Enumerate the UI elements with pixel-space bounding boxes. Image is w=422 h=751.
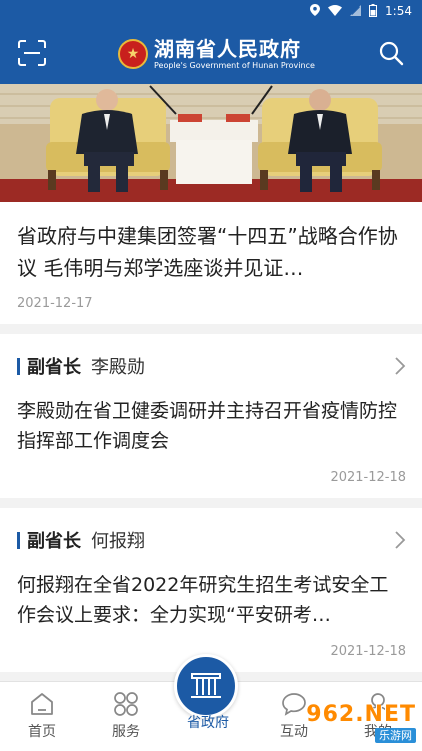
scan-icon <box>18 40 46 66</box>
leader-header[interactable]: 副省长 何报翔 <box>17 528 145 552</box>
leader-header[interactable]: 副省长 李殿勋 <box>17 354 145 378</box>
leader-news-card[interactable]: 副省长 李殿勋 李殿勋在省卫健委调研并主持召开省疫情防控指挥部工作调度会 202… <box>0 334 422 498</box>
leader-name: 何报翔 <box>91 531 145 552</box>
leader-news-card[interactable]: 副省长 何报翔 何报翔在全省2022年研究生招生考试安全工作会议上要求：全力实现… <box>0 508 422 672</box>
status-time: 1:54 <box>385 4 412 18</box>
wifi-icon <box>328 4 343 18</box>
scan-button[interactable] <box>18 40 46 66</box>
search-button[interactable] <box>378 40 404 66</box>
signal-icon <box>350 4 362 18</box>
news-title[interactable]: 何报翔在全省2022年研究生招生考试安全工作会议上要求：全力实现“平安研考… <box>17 570 402 630</box>
featured-news-headline[interactable]: 省政府与中建集团签署“十四五”战略合作协议 毛伟明与郑学选座谈并见证… <box>17 220 407 284</box>
news-date: 2021-12-18 <box>330 470 406 485</box>
home-icon <box>31 693 53 715</box>
brand-logo: ★ 湖南省人民政府 People's Government of Hunan P… <box>118 34 315 74</box>
tab-provincial-government[interactable] <box>174 654 238 718</box>
chevron-right-icon[interactable] <box>394 356 406 376</box>
leader-role: 副省长 <box>27 357 81 378</box>
tab-home-label: 首页 <box>28 724 56 740</box>
accent-bar <box>17 357 20 375</box>
tab-provincial-government-label[interactable]: 省政府 <box>174 712 242 732</box>
featured-news-image <box>0 84 422 202</box>
tab-home[interactable]: 首页 <box>0 682 84 751</box>
battery-icon <box>369 3 378 19</box>
watermark-main-text: 962.NET <box>306 702 416 727</box>
news-title[interactable]: 李殿勋在省卫健委调研并主持召开省疫情防控指挥部工作调度会 <box>17 396 402 456</box>
app-subtitle: People's Government of Hunan Province <box>154 61 315 70</box>
featured-news-date: 2021-12-17 <box>17 296 93 311</box>
leader-role: 副省长 <box>27 531 81 552</box>
government-building-icon <box>191 673 221 698</box>
accent-bar <box>17 531 20 549</box>
tab-service[interactable]: 服务 <box>84 682 168 751</box>
status-bar: 1:54 <box>0 0 422 22</box>
location-icon <box>310 4 321 18</box>
app-header: ★ 湖南省人民政府 People's Government of Hunan P… <box>0 22 422 84</box>
news-date: 2021-12-18 <box>330 644 406 659</box>
featured-news-card[interactable]: 省政府与中建集团签署“十四五”战略合作协议 毛伟明与郑学选座谈并见证… 2021… <box>0 84 422 324</box>
search-icon <box>379 41 404 66</box>
grid-icon <box>114 692 138 716</box>
app-title: 湖南省人民政府 <box>154 37 301 61</box>
site-watermark: 962.NET 乐游网 <box>292 702 416 748</box>
chevron-right-icon[interactable] <box>394 530 406 550</box>
tab-service-label: 服务 <box>112 724 140 740</box>
watermark-sub-text: 乐游网 <box>375 728 416 743</box>
leader-name: 李殿勋 <box>91 357 145 378</box>
national-emblem-icon: ★ <box>118 39 148 69</box>
